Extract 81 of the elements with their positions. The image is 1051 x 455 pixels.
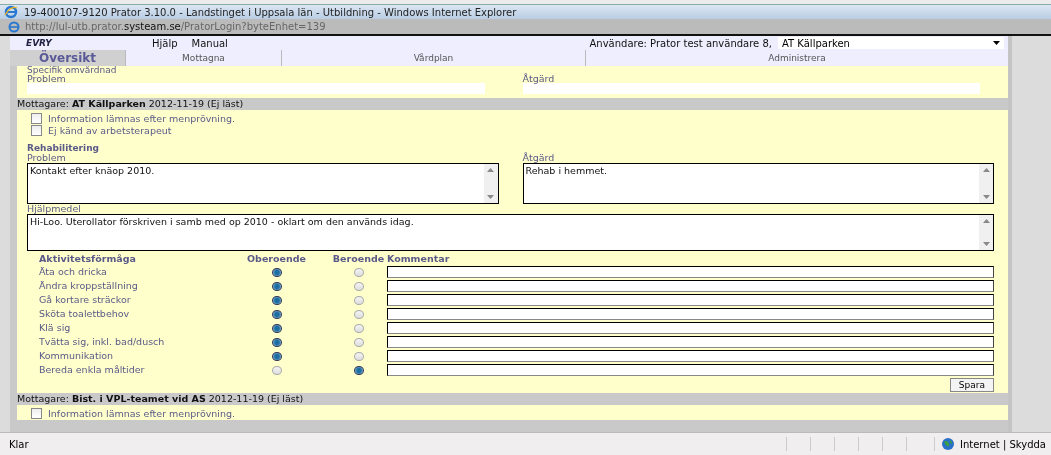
- field-label: Problem: [27, 153, 66, 162]
- field-label: Åtgärd: [522, 153, 556, 162]
- radio-button[interactable]: [271, 295, 282, 305]
- globe-icon: [941, 437, 955, 451]
- radio-button[interactable]: [271, 267, 282, 277]
- user-label: Användare: Prator test användare 8,: [589, 37, 772, 49]
- unit-select[interactable]: AT Källparken: [778, 37, 1004, 49]
- activity-label: Ändra kroppställning: [39, 280, 139, 292]
- scroll-up-arrow-icon[interactable]: [487, 168, 494, 172]
- save-button[interactable]: Spara: [949, 378, 994, 392]
- scroll-up-arrow-icon[interactable]: [982, 168, 990, 172]
- radio-button[interactable]: [353, 295, 364, 305]
- input-field[interactable]: [522, 83, 980, 94]
- logo: EVRY: [26, 38, 54, 48]
- field-label: Hjälpmedel: [27, 204, 82, 213]
- scroll-down-arrow-icon[interactable]: [487, 195, 494, 199]
- comment-field[interactable]: [387, 336, 994, 348]
- scroll-down-arrow-icon[interactable]: [982, 242, 990, 246]
- caret-icon: [993, 41, 1000, 45]
- activity-label: Klä sig: [39, 322, 72, 334]
- comment-field[interactable]: [387, 294, 994, 306]
- text-area[interactable]: Kontakt efter knäop 2010.: [27, 163, 499, 204]
- radio-button[interactable]: [271, 281, 282, 291]
- radio-button[interactable]: [353, 281, 364, 291]
- security-zone: Internet | Skydda: [960, 438, 1046, 450]
- checkbox[interactable]: [31, 408, 42, 419]
- radio-button[interactable]: [353, 365, 364, 375]
- checkbox[interactable]: [31, 125, 42, 136]
- comment-field[interactable]: [387, 322, 994, 334]
- radio-button[interactable]: [271, 365, 282, 375]
- scrollbar[interactable]: [979, 164, 993, 203]
- text-area[interactable]: Hi-Loo. Uterollator förskriven i samb med op 2010 - oklart om den används idag.: [27, 214, 994, 251]
- url-text[interactable]: http://lul-utb.prator.systeam.se/PratorLogin?byteEnhet=139: [25, 21, 326, 32]
- comment-field[interactable]: [387, 280, 994, 292]
- radio-button[interactable]: [271, 323, 282, 333]
- activity-label: Äta och dricka: [39, 266, 108, 278]
- column-header: Oberoende: [246, 253, 307, 264]
- column-header: Kommentar: [387, 253, 451, 264]
- radio-button[interactable]: [271, 351, 282, 361]
- tab[interactable]: Administrera: [585, 50, 1008, 66]
- activity-label: Tvätta sig, inkl. bad/dusch: [39, 336, 166, 348]
- radio-button[interactable]: [353, 309, 364, 319]
- activity-label: Bereda enkla måltider: [39, 364, 146, 376]
- column-header: Beroende: [331, 253, 386, 264]
- radio-button[interactable]: [271, 309, 282, 319]
- scroll-down-arrow-icon[interactable]: [982, 195, 990, 199]
- page-icon: [8, 20, 20, 33]
- radio-button[interactable]: [353, 337, 364, 347]
- section-title: Specifik omvårdnad: [27, 66, 118, 74]
- activity-label: Gå kortare sträckor: [39, 294, 132, 306]
- comment-field[interactable]: [387, 308, 994, 320]
- browser-icon: [4, 5, 18, 19]
- menu-link[interactable]: Hjälp: [152, 37, 178, 49]
- tab[interactable]: Mottagna: [125, 50, 281, 66]
- checkbox-label: Ej känd av arbetsterapeut: [48, 125, 172, 136]
- comment-field[interactable]: [387, 266, 994, 278]
- radio-button[interactable]: [271, 337, 282, 347]
- activity-label: Kommunikation: [39, 350, 115, 362]
- text-area[interactable]: Rehab i hemmet.: [522, 163, 994, 204]
- section-title: Rehabilitering: [27, 143, 100, 153]
- field-label: Åtgärd: [522, 74, 556, 83]
- radio-button[interactable]: [353, 267, 364, 277]
- comment-field[interactable]: [387, 364, 994, 376]
- radio-button[interactable]: [353, 351, 364, 361]
- scrollbar[interactable]: [979, 215, 993, 250]
- field-label: Problem: [27, 74, 67, 83]
- menu-link[interactable]: Manual: [191, 37, 228, 49]
- input-field[interactable]: [27, 83, 485, 94]
- tab[interactable]: Översikt: [10, 50, 125, 66]
- checkbox-label: Information lämnas efter menprövning.: [48, 113, 236, 124]
- activity-label: Sköta toalettbehov: [39, 308, 131, 320]
- column-header: Aktivitetsförmåga: [39, 253, 137, 264]
- comment-field[interactable]: [387, 350, 994, 362]
- scrollbar[interactable]: [483, 164, 498, 203]
- tab[interactable]: Vårdplan: [281, 50, 585, 66]
- scroll-up-arrow-icon[interactable]: [982, 219, 990, 223]
- radio-button[interactable]: [353, 323, 364, 333]
- status-text: Klar: [9, 438, 29, 450]
- checkbox[interactable]: [31, 113, 42, 124]
- window-title: 19-400107-9120 Prator 3.10.0 - Landstinget i Uppsala län - Utbildning - Windows Internet Explorer: [24, 6, 517, 18]
- checkbox-label: Information lämnas efter menprövning.: [48, 408, 236, 419]
